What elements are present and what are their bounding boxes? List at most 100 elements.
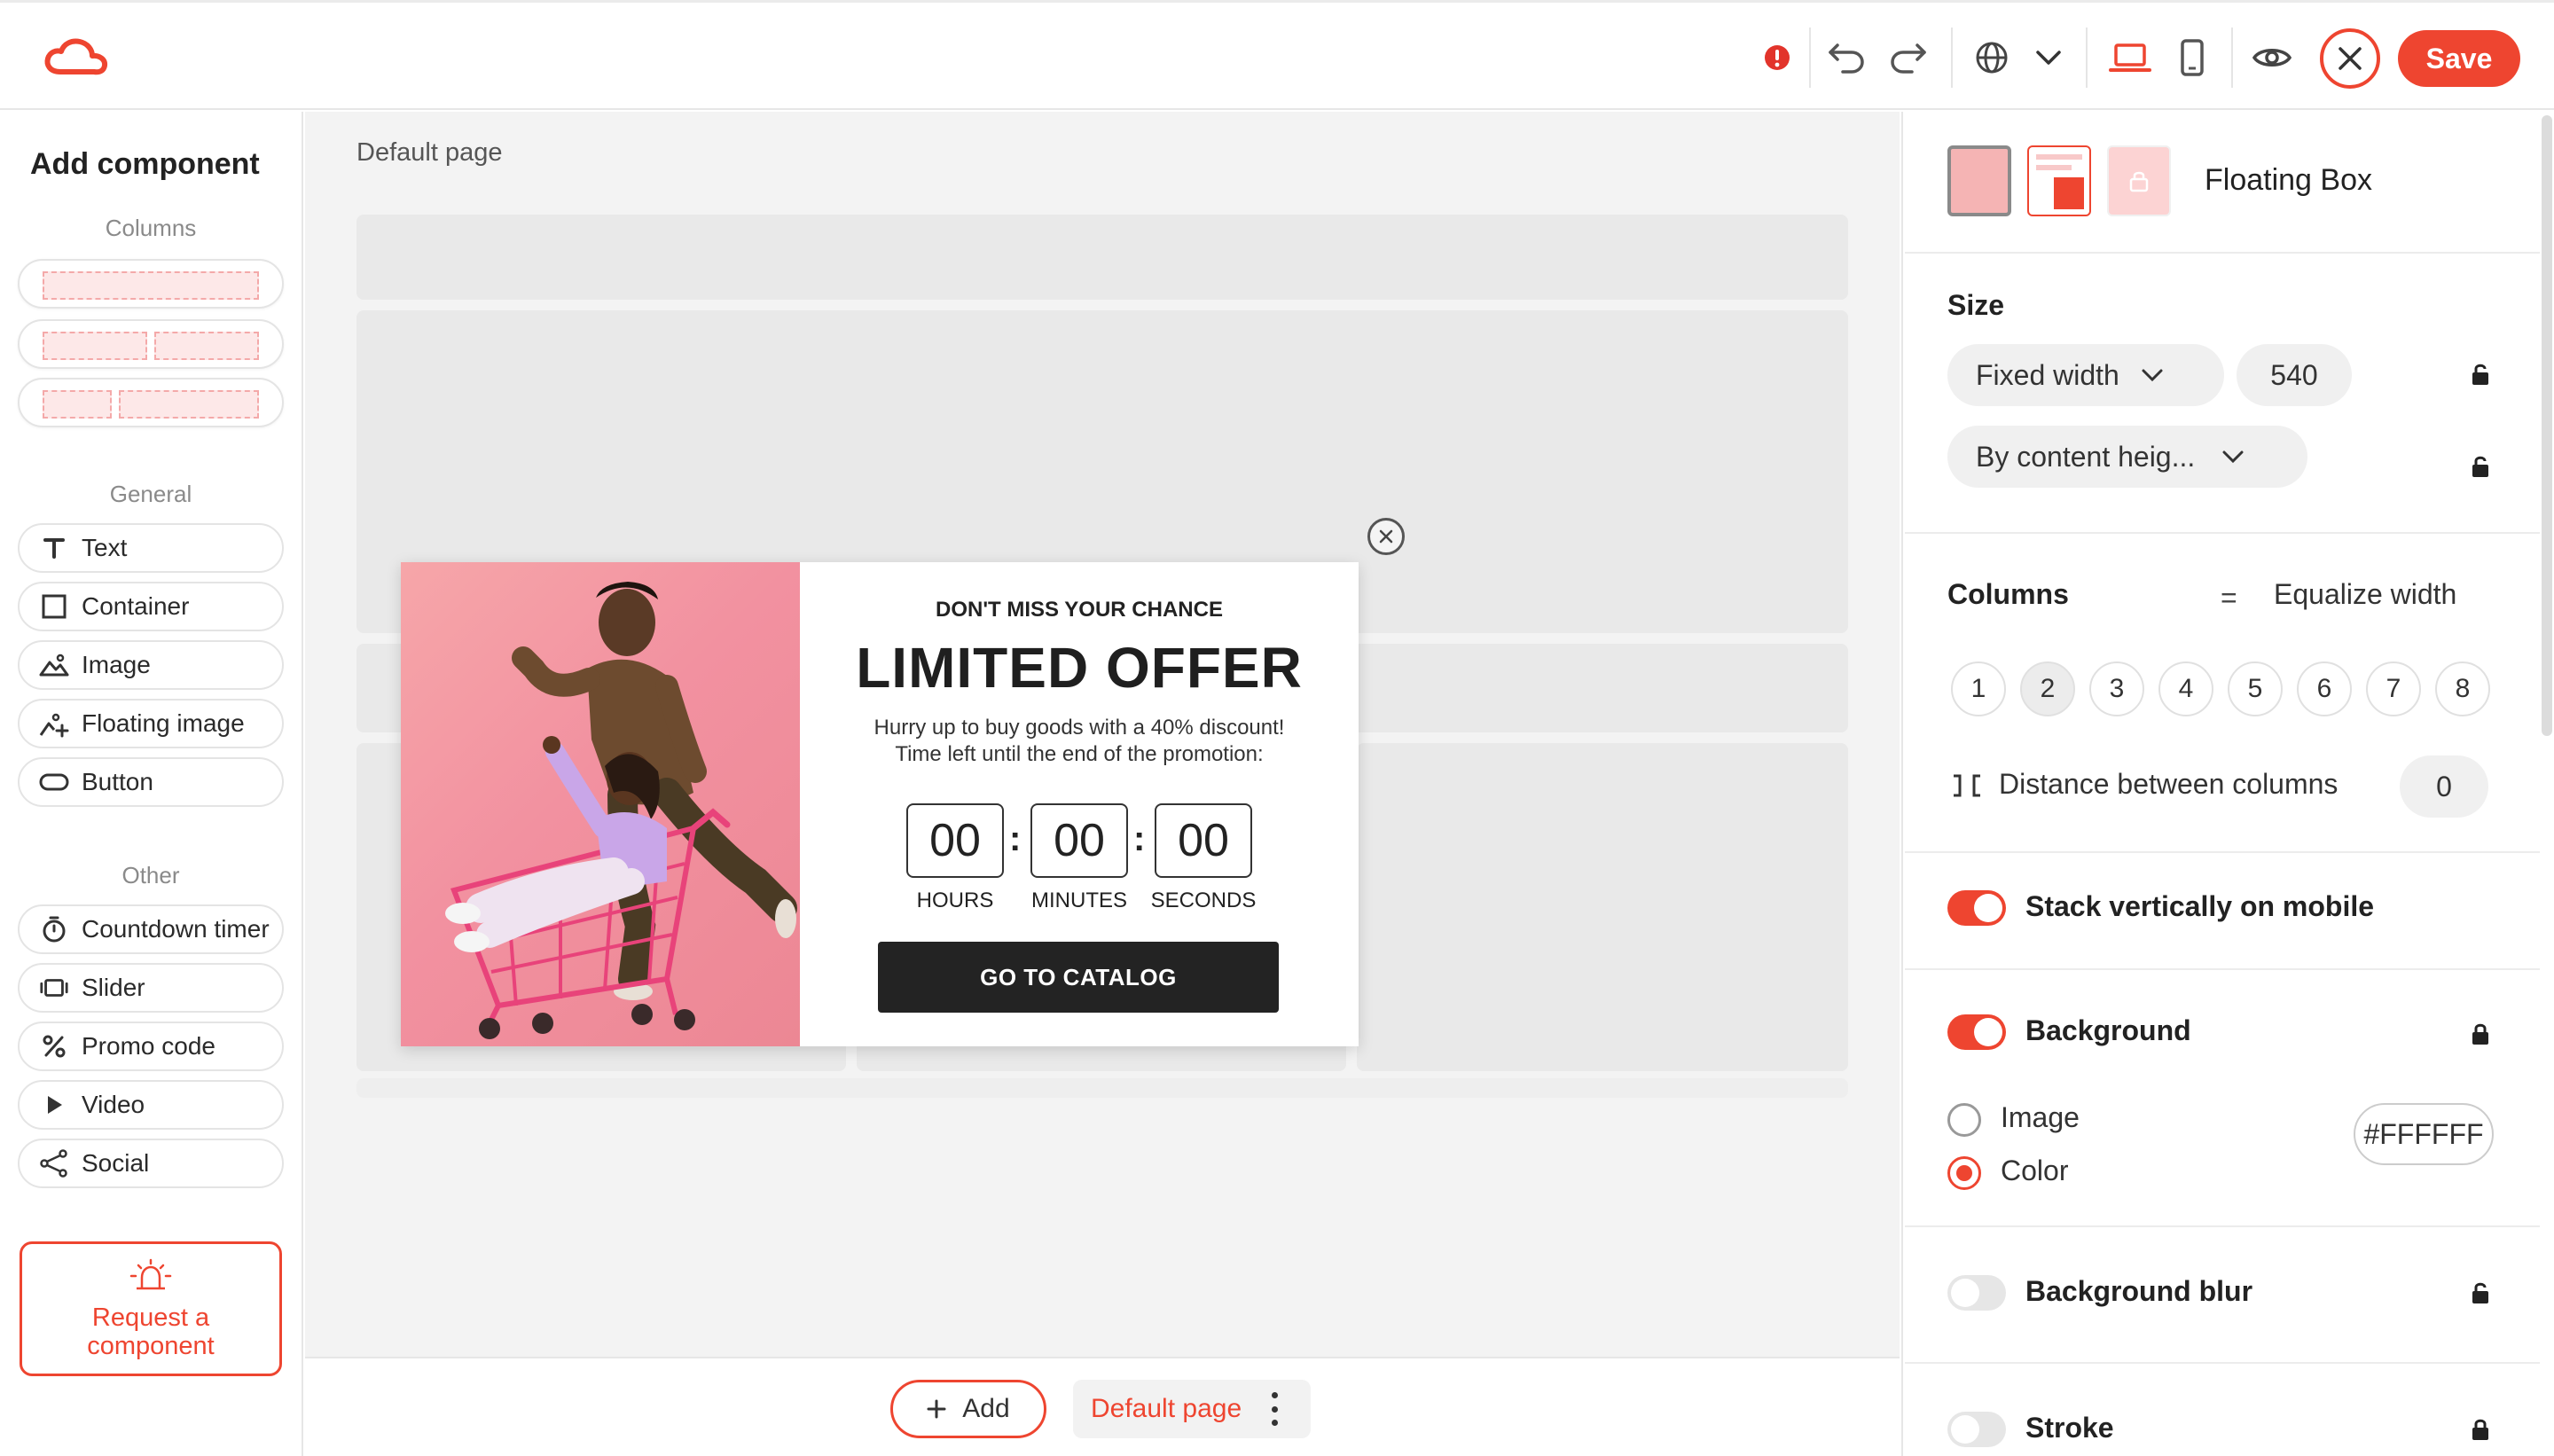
stroke-label: Stroke xyxy=(2025,1412,2114,1444)
share-icon xyxy=(39,1148,69,1178)
preview-eye-icon[interactable] xyxy=(2247,33,2297,82)
stack-mobile-toggle[interactable] xyxy=(1947,890,2006,926)
stack-mobile-label: Stack vertically on mobile xyxy=(2025,890,2375,922)
button-icon xyxy=(39,767,69,797)
equalize-width-label[interactable]: Equalize width xyxy=(2274,578,2456,611)
component-sidebar: Add component Columns General Text Conta… xyxy=(0,112,303,1456)
timer-separator: : xyxy=(1009,819,1022,858)
panel-divider xyxy=(1905,532,2540,534)
desktop-view-icon[interactable] xyxy=(2105,33,2155,82)
lock-icon[interactable] xyxy=(2471,1022,2490,1046)
component-button[interactable]: Button xyxy=(18,757,284,807)
lock-icon[interactable] xyxy=(2471,362,2490,387)
timer-separator: : xyxy=(1133,819,1146,858)
width-mode-value: Fixed width xyxy=(1976,358,2119,391)
column-cell xyxy=(43,390,112,419)
component-slider[interactable]: Slider xyxy=(18,963,284,1013)
lock-icon[interactable] xyxy=(2471,1280,2490,1305)
page-block[interactable] xyxy=(356,215,1848,300)
bg-image-radio[interactable] xyxy=(1947,1103,1981,1137)
layout-thumb-fullscreen[interactable] xyxy=(1947,145,2011,216)
background-toggle[interactable] xyxy=(1947,1014,2006,1050)
distance-input[interactable]: 0 xyxy=(2400,755,2488,818)
page-block[interactable] xyxy=(1357,743,1848,1071)
component-label: Social xyxy=(82,1149,150,1177)
percent-icon xyxy=(39,1031,69,1061)
page-tab-default[interactable]: Default page xyxy=(1073,1380,1311,1438)
columns-section-label: Columns xyxy=(105,215,197,241)
go-to-catalog-button[interactable]: GO TO CATALOG xyxy=(878,942,1279,1013)
column-count-5[interactable]: 5 xyxy=(2228,661,2283,716)
component-label: Floating image xyxy=(82,709,245,737)
timer-minutes: 00 xyxy=(1030,803,1128,878)
globe-icon[interactable] xyxy=(1967,33,2017,82)
background-blur-toggle[interactable] xyxy=(1947,1275,2006,1311)
stroke-toggle[interactable] xyxy=(1947,1412,2006,1447)
add-page-button[interactable]: Add xyxy=(890,1380,1046,1438)
toggle-knob xyxy=(1974,894,2002,922)
chevron-down-icon[interactable] xyxy=(2024,33,2073,82)
component-type-title: Floating Box xyxy=(2205,163,2372,197)
close-editor-button[interactable] xyxy=(2320,28,2380,89)
column-cell xyxy=(43,332,147,360)
toggle-knob xyxy=(1951,1415,1979,1444)
column-preset-2[interactable] xyxy=(18,319,284,369)
columns-heading: Columns xyxy=(1947,578,2069,610)
bg-color-input[interactable]: #FFFFFF xyxy=(2354,1103,2494,1165)
lock-icon[interactable] xyxy=(2471,1417,2490,1442)
column-preset-3[interactable] xyxy=(18,378,284,427)
column-preset-1[interactable] xyxy=(18,259,284,309)
undo-icon[interactable] xyxy=(1821,33,1871,82)
component-text[interactable]: Text xyxy=(18,523,284,573)
column-count-8[interactable]: 8 xyxy=(2435,661,2490,716)
column-cell xyxy=(119,390,259,419)
component-promo-code[interactable]: Promo code xyxy=(18,1022,284,1071)
thumb-line xyxy=(2036,165,2072,170)
request-component-button[interactable]: Request a component xyxy=(20,1241,282,1376)
save-button[interactable]: Save xyxy=(2398,30,2520,87)
component-label: Image xyxy=(82,651,151,678)
page-block[interactable] xyxy=(356,1078,1848,1098)
height-mode-select[interactable]: By content heig... xyxy=(1947,426,2307,488)
toggle-knob xyxy=(1974,1018,2002,1046)
mobile-view-icon[interactable] xyxy=(2167,33,2217,82)
lock-icon xyxy=(2128,168,2150,198)
component-video[interactable]: Video xyxy=(18,1080,284,1130)
column-count-2[interactable]: 2 xyxy=(2020,661,2075,716)
equalize-icon[interactable]: = xyxy=(2221,582,2237,614)
column-count-4[interactable]: 4 xyxy=(2158,661,2213,716)
warning-icon[interactable] xyxy=(1752,33,1802,82)
lock-icon[interactable] xyxy=(2471,454,2490,479)
popup-close-button[interactable] xyxy=(1367,518,1405,555)
floating-box-popup[interactable]: DON'T MISS YOUR CHANCE LIMITED OFFER Hur… xyxy=(401,562,1359,1046)
layout-thumb-floating[interactable] xyxy=(2027,145,2091,216)
component-image[interactable]: Image xyxy=(18,640,284,690)
timer-label-hours: HOURS xyxy=(916,888,994,912)
column-count-3[interactable]: 3 xyxy=(2089,661,2144,716)
component-social[interactable]: Social xyxy=(18,1139,284,1188)
column-count-1[interactable]: 1 xyxy=(1951,661,2006,716)
logo-icon[interactable] xyxy=(43,35,110,81)
bg-color-radio[interactable] xyxy=(1947,1156,1981,1190)
popup-description-line: Hurry up to buy goods with a 40% discoun… xyxy=(874,716,1285,740)
column-gap-icon xyxy=(1951,773,1983,802)
redo-icon[interactable] xyxy=(1884,33,1933,82)
floating-image-icon xyxy=(39,708,69,739)
timer-label-seconds: SECONDS xyxy=(1150,888,1257,912)
component-floating-image[interactable]: Floating image xyxy=(18,699,284,748)
component-countdown-timer[interactable]: Countdown timer xyxy=(18,904,284,954)
distance-label: Distance between columns xyxy=(1999,768,2339,800)
component-container[interactable]: Container xyxy=(18,582,284,631)
container-icon xyxy=(39,591,69,622)
more-options-icon[interactable] xyxy=(1272,1392,1279,1426)
column-count-6[interactable]: 6 xyxy=(2297,661,2352,716)
column-count-7[interactable]: 7 xyxy=(2366,661,2421,716)
toolbar-divider xyxy=(1809,27,1811,88)
top-bar: Save xyxy=(0,0,2554,110)
width-value-input[interactable]: 540 xyxy=(2237,344,2352,406)
popup-title: LIMITED OFFER xyxy=(856,636,1303,700)
panel-scrollbar[interactable] xyxy=(2542,115,2552,736)
layout-thumb-locked[interactable] xyxy=(2107,145,2171,216)
width-mode-select[interactable]: Fixed width xyxy=(1947,344,2224,406)
component-label: Promo code xyxy=(82,1032,215,1060)
